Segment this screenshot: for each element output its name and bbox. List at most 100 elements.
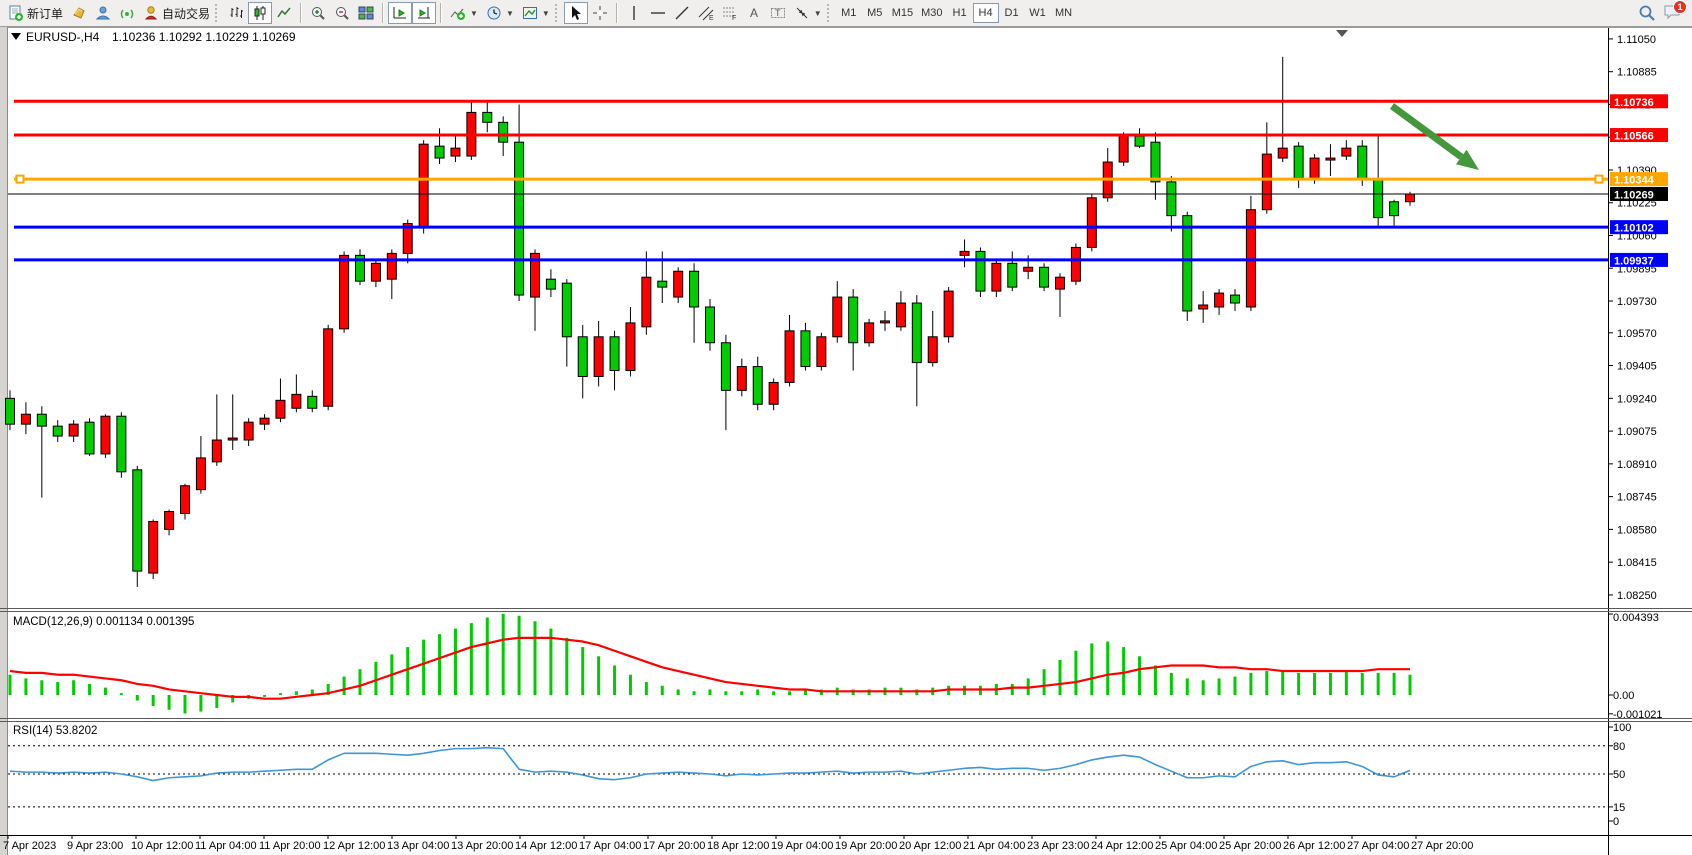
candle-up — [769, 382, 778, 404]
candle-up — [292, 394, 301, 408]
candle-down — [546, 279, 555, 289]
candle-down — [721, 343, 730, 391]
svg-text:1.09240: 1.09240 — [1617, 393, 1657, 405]
svg-text:17 Apr 04:00: 17 Apr 04:00 — [579, 840, 641, 852]
rsi-label: RSI(14) 53.8202 — [13, 725, 97, 737]
candle-up — [244, 422, 253, 440]
svg-text:1.08745: 1.08745 — [1617, 492, 1657, 504]
candle-up — [1278, 148, 1287, 158]
candle-up — [180, 486, 189, 514]
candle-up — [1199, 305, 1208, 309]
candle-up — [880, 321, 889, 323]
candle-down — [801, 331, 810, 367]
candle-up — [1326, 158, 1335, 160]
candle-down — [53, 426, 62, 436]
svg-text:1.09570: 1.09570 — [1617, 328, 1657, 340]
svg-text:19 Apr 20:00: 19 Apr 20:00 — [835, 840, 897, 852]
candle-up — [737, 367, 746, 391]
candle-up — [642, 277, 651, 327]
candle-up — [1024, 267, 1033, 271]
candle-down — [6, 398, 15, 424]
candle-down — [435, 146, 444, 158]
candle-down — [117, 416, 126, 472]
candle-up — [944, 291, 953, 337]
candle-up — [324, 329, 333, 406]
chart-title-ohlc: 1.10236 1.10292 1.10229 1.10269 — [112, 30, 296, 44]
candle-down — [610, 337, 619, 371]
candle-up — [387, 253, 396, 279]
svg-text:13 Apr 20:00: 13 Apr 20:00 — [451, 840, 513, 852]
candle-down — [562, 283, 571, 337]
chart-canvas[interactable]: 1.110501.108851.107201.105551.103901.102… — [0, 0, 1692, 855]
candle-up — [21, 414, 30, 424]
svg-text:1.10269: 1.10269 — [1614, 190, 1654, 202]
svg-text:21 Apr 04:00: 21 Apr 04:00 — [963, 840, 1025, 852]
candle-down — [483, 112, 492, 122]
svg-text:25 Apr 04:00: 25 Apr 04:00 — [1155, 840, 1217, 852]
svg-text:1.08580: 1.08580 — [1617, 524, 1657, 536]
svg-text:27 Apr 20:00: 27 Apr 20:00 — [1411, 840, 1473, 852]
candle-down — [1294, 146, 1303, 178]
svg-text:11 Apr 04:00: 11 Apr 04:00 — [195, 840, 257, 852]
candle-up — [212, 440, 221, 462]
svg-text:19 Apr 04:00: 19 Apr 04:00 — [771, 840, 833, 852]
candle-up — [785, 331, 794, 383]
candle-up — [228, 438, 237, 440]
chart-title-symbol: EURUSD-,H4 — [26, 30, 100, 44]
candle-up — [340, 255, 349, 328]
candle-down — [690, 271, 699, 307]
candle-up — [1246, 210, 1255, 307]
svg-text:24 Apr 12:00: 24 Apr 12:00 — [1091, 840, 1153, 852]
line-handle[interactable] — [17, 176, 24, 183]
candle-down — [1358, 146, 1367, 180]
candle-up — [1055, 277, 1064, 289]
svg-text:9 Apr 23:00: 9 Apr 23:00 — [67, 840, 123, 852]
svg-text:-0.001021: -0.001021 — [1613, 709, 1663, 721]
candle-down — [658, 281, 667, 287]
candle-down — [133, 470, 142, 571]
candle-up — [1262, 154, 1271, 210]
candle-up — [451, 148, 460, 156]
candle-down — [1151, 142, 1160, 182]
svg-text:0.004393: 0.004393 — [1613, 612, 1659, 624]
line-handle[interactable] — [1596, 176, 1603, 183]
candle-down — [1167, 182, 1176, 216]
candle-up — [626, 323, 635, 371]
svg-text:1.09730: 1.09730 — [1617, 296, 1657, 308]
candle-up — [276, 400, 285, 418]
candle-down — [578, 337, 587, 377]
svg-text:1.10344: 1.10344 — [1614, 175, 1655, 187]
svg-text:1.10102: 1.10102 — [1614, 223, 1654, 235]
candle-down — [1183, 216, 1192, 311]
svg-text:1.08910: 1.08910 — [1617, 459, 1657, 471]
svg-text:0.00: 0.00 — [1613, 690, 1634, 702]
svg-text:13 Apr 04:00: 13 Apr 04:00 — [387, 840, 449, 852]
svg-text:1.09405: 1.09405 — [1617, 361, 1657, 373]
candle-up — [69, 424, 78, 436]
candle-up — [896, 303, 905, 327]
svg-text:1.11050: 1.11050 — [1617, 34, 1656, 46]
candle-up — [371, 263, 380, 281]
svg-text:1.10736: 1.10736 — [1614, 97, 1654, 109]
candle-up — [101, 416, 110, 454]
svg-text:23 Apr 23:00: 23 Apr 23:00 — [1027, 840, 1089, 852]
candle-up — [1119, 134, 1128, 162]
candle-up — [1087, 198, 1096, 248]
candle-down — [1374, 180, 1383, 218]
candle-down — [912, 303, 921, 363]
svg-text:100: 100 — [1613, 722, 1631, 734]
candle-up — [865, 323, 874, 343]
candle-down — [1008, 263, 1017, 287]
svg-text:1.09937: 1.09937 — [1614, 255, 1654, 267]
candle-down — [37, 414, 46, 426]
svg-text:26 Apr 12:00: 26 Apr 12:00 — [1283, 840, 1345, 852]
candle-up — [260, 418, 269, 424]
svg-text:1.09075: 1.09075 — [1617, 426, 1657, 438]
candle-down — [1230, 295, 1239, 303]
candle-up — [674, 271, 683, 297]
candle-down — [705, 307, 714, 343]
svg-text:27 Apr 04:00: 27 Apr 04:00 — [1347, 840, 1409, 852]
candle-up — [1071, 247, 1080, 281]
candle-up — [196, 458, 205, 490]
candle-down — [308, 396, 317, 408]
